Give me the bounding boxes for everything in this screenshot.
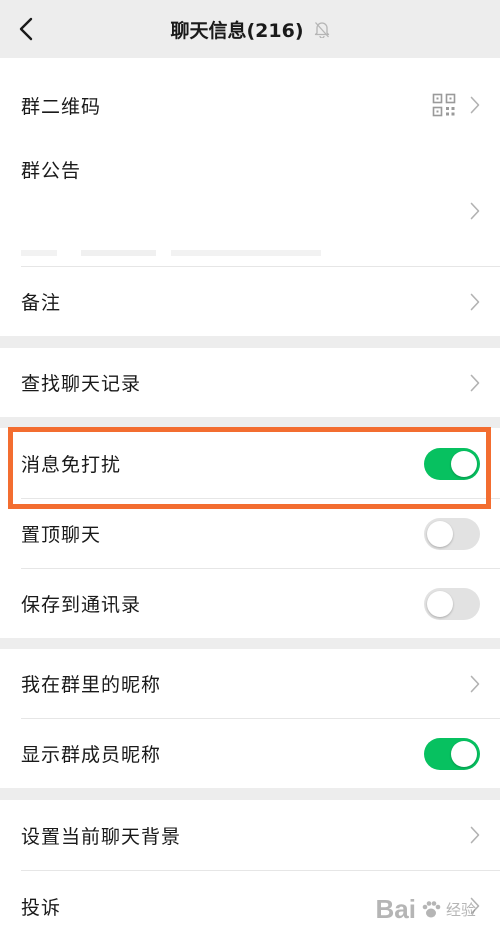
toggle-knob xyxy=(427,520,453,547)
search-chat-history-row[interactable]: 查找聊天记录 xyxy=(0,348,500,417)
more-section: 设置当前聊天背景 投诉 xyxy=(0,800,500,941)
nickname-section: 我在群里的昵称 显示群成员昵称 xyxy=(0,649,500,788)
search-section: 查找聊天记录 xyxy=(0,348,500,417)
mute-notifications-toggle[interactable] xyxy=(424,447,480,480)
toggle-knob xyxy=(451,740,477,767)
chevron-left-icon xyxy=(19,17,33,41)
chat-background-row[interactable]: 设置当前聊天背景 xyxy=(0,800,500,870)
announcement-right xyxy=(470,202,480,220)
chat-background-label: 设置当前聊天背景 xyxy=(21,825,182,848)
save-to-contacts-toggle[interactable] xyxy=(424,587,480,620)
chat-settings-section: 消息免打扰 置顶聊天 保存到通讯录 xyxy=(0,428,500,638)
page-title: 聊天信息(216) xyxy=(170,19,304,42)
announcement-preview-fade xyxy=(21,250,321,256)
remark-row[interactable]: 备注 xyxy=(0,267,500,336)
group-qr-code-label: 群二维码 xyxy=(21,95,102,118)
bell-off-icon xyxy=(314,21,329,38)
toggle-knob xyxy=(451,450,477,477)
pin-chat-toggle[interactable] xyxy=(424,517,480,550)
chevron-right-icon xyxy=(470,202,480,220)
back-button[interactable] xyxy=(12,14,40,44)
toggle-knob xyxy=(427,590,453,617)
group-qr-code-row[interactable]: 群二维码 xyxy=(0,70,500,140)
complain-right xyxy=(470,897,480,915)
group-announcement-label: 群公告 xyxy=(21,160,82,182)
save-right xyxy=(424,587,480,620)
chevron-right-icon xyxy=(470,675,480,692)
chevron-right-icon xyxy=(470,96,480,114)
chat-info-page: 聊天信息(216) 群二维码 群公告 备注 查找聊天记录 消息免打扰 置顶聊天 … xyxy=(0,0,500,941)
background-right xyxy=(470,826,480,844)
my-group-nickname-label: 我在群里的昵称 xyxy=(21,674,162,696)
mute-notifications-label: 消息免打扰 xyxy=(21,454,122,476)
save-to-contacts-label: 保存到通讯录 xyxy=(21,594,142,616)
title-group: 聊天信息(216) xyxy=(170,16,329,43)
qr-right xyxy=(432,93,480,117)
remark-right xyxy=(470,293,480,311)
group-announcement-row[interactable]: 群公告 xyxy=(0,140,500,270)
nav-bar: 聊天信息(216) xyxy=(0,0,500,58)
show-member-nicknames-row: 显示群成员昵称 xyxy=(0,719,500,788)
chevron-right-icon xyxy=(470,374,480,391)
mute-notifications-row: 消息免打扰 xyxy=(0,428,500,499)
show-member-nicknames-label: 显示群成员昵称 xyxy=(21,744,162,766)
save-to-contacts-row: 保存到通讯录 xyxy=(0,569,500,638)
nickname-right xyxy=(470,675,480,693)
show-member-nicknames-toggle[interactable] xyxy=(424,737,480,770)
chevron-right-icon xyxy=(470,293,480,310)
qr-code-icon xyxy=(432,93,456,117)
complain-row[interactable]: 投诉 xyxy=(0,871,500,941)
search-right xyxy=(470,374,480,392)
search-chat-history-label: 查找聊天记录 xyxy=(21,373,142,395)
group-info-section: 群二维码 群公告 备注 xyxy=(0,58,500,336)
remark-label: 备注 xyxy=(21,292,62,314)
complain-label: 投诉 xyxy=(21,896,62,919)
pin-right xyxy=(424,517,480,550)
my-group-nickname-row[interactable]: 我在群里的昵称 xyxy=(0,649,500,718)
mute-right xyxy=(424,447,480,480)
pin-chat-row: 置顶聊天 xyxy=(0,499,500,568)
pin-chat-label: 置顶聊天 xyxy=(21,524,102,546)
chevron-right-icon xyxy=(470,897,480,915)
show-nick-right xyxy=(424,737,480,770)
chevron-right-icon xyxy=(470,826,480,844)
